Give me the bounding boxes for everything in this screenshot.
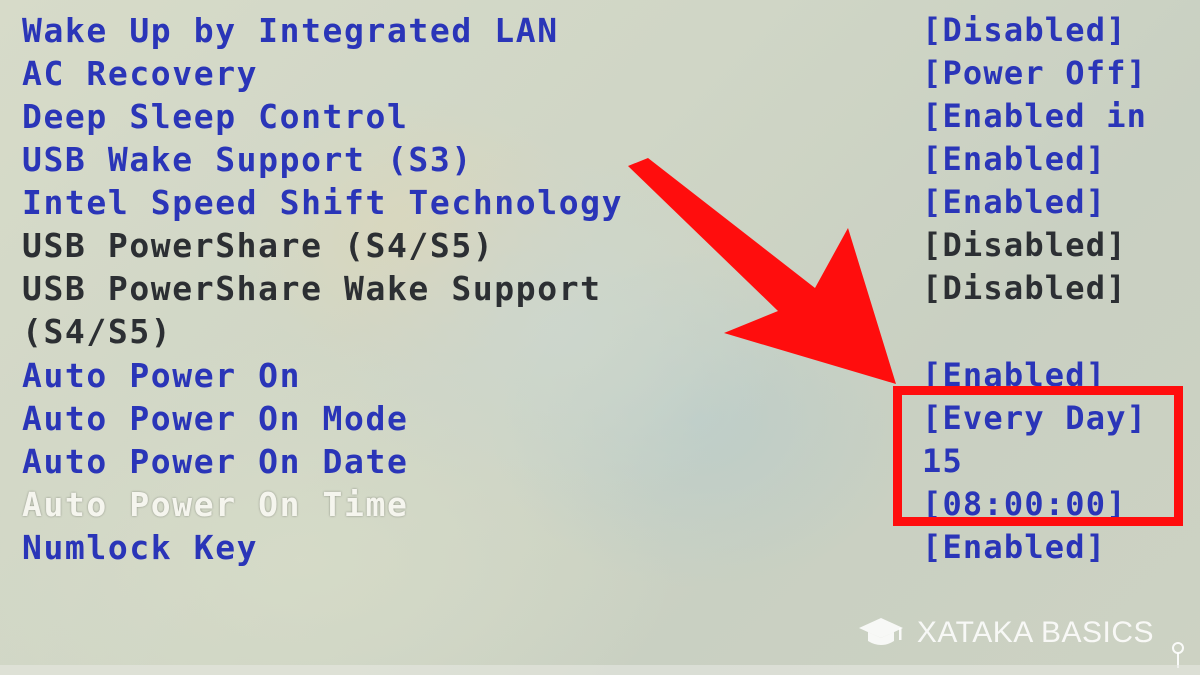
setting-row-usb-wake-support[interactable]: USB Wake Support (S3) [Enabled] (0, 138, 1200, 181)
setting-value[interactable]: [Disabled] (922, 267, 1127, 310)
graduation-cap-icon (858, 618, 903, 645)
setting-value[interactable]: [Disabled] (922, 224, 1127, 267)
setting-row-usb-powershare-wake[interactable]: USB PowerShare Wake Support [Disabled] (0, 267, 1200, 310)
setting-row-usb-powershare-wake-cont: (S4/S5) (0, 310, 1200, 353)
setting-value[interactable]: [Disabled] (922, 9, 1127, 52)
watermark: XATAKA BASICS (857, 613, 1154, 653)
setting-row-numlock-key[interactable]: Numlock Key [Enabled] (0, 526, 1200, 569)
setting-label: Auto Power On Time (22, 485, 409, 524)
red-highlight-box (893, 386, 1183, 526)
setting-label: Auto Power On Date (22, 442, 409, 481)
setting-value[interactable]: [Enabled] (922, 526, 1106, 569)
setting-row-intel-speed-shift[interactable]: Intel Speed Shift Technology [Enabled] (0, 181, 1200, 224)
setting-label: Wake Up by Integrated LAN (22, 11, 559, 50)
setting-label: USB Wake Support (S3) (22, 140, 473, 179)
setting-label: (S4/S5) (22, 312, 173, 351)
setting-label: Numlock Key (22, 528, 259, 567)
setting-label: Auto Power On (22, 356, 302, 395)
setting-label: USB PowerShare (S4/S5) (22, 226, 495, 265)
setting-label: Auto Power On Mode (22, 399, 409, 438)
bottom-strip (0, 665, 1200, 675)
setting-row-usb-powershare[interactable]: USB PowerShare (S4/S5) [Disabled] (0, 224, 1200, 267)
watermark-text: XATAKA BASICS (916, 616, 1154, 649)
setting-value[interactable]: [Enabled in (922, 95, 1147, 138)
setting-value[interactable]: [Enabled] (922, 181, 1106, 224)
setting-label: Intel Speed Shift Technology (22, 183, 624, 222)
bios-screen: Wake Up by Integrated LAN [Disabled] AC … (0, 0, 1200, 675)
setting-label: AC Recovery (22, 54, 259, 93)
setting-row-deep-sleep-control[interactable]: Deep Sleep Control [Enabled in (0, 95, 1200, 138)
setting-row-ac-recovery[interactable]: AC Recovery [Power Off] (0, 52, 1200, 95)
setting-value[interactable]: [Power Off] (922, 52, 1147, 95)
setting-label: USB PowerShare Wake Support (22, 269, 602, 308)
setting-value[interactable]: [Enabled] (922, 138, 1106, 181)
setting-label: Deep Sleep Control (22, 97, 409, 136)
setting-row-wake-up-by-integrated-lan[interactable]: Wake Up by Integrated LAN [Disabled] (0, 9, 1200, 52)
